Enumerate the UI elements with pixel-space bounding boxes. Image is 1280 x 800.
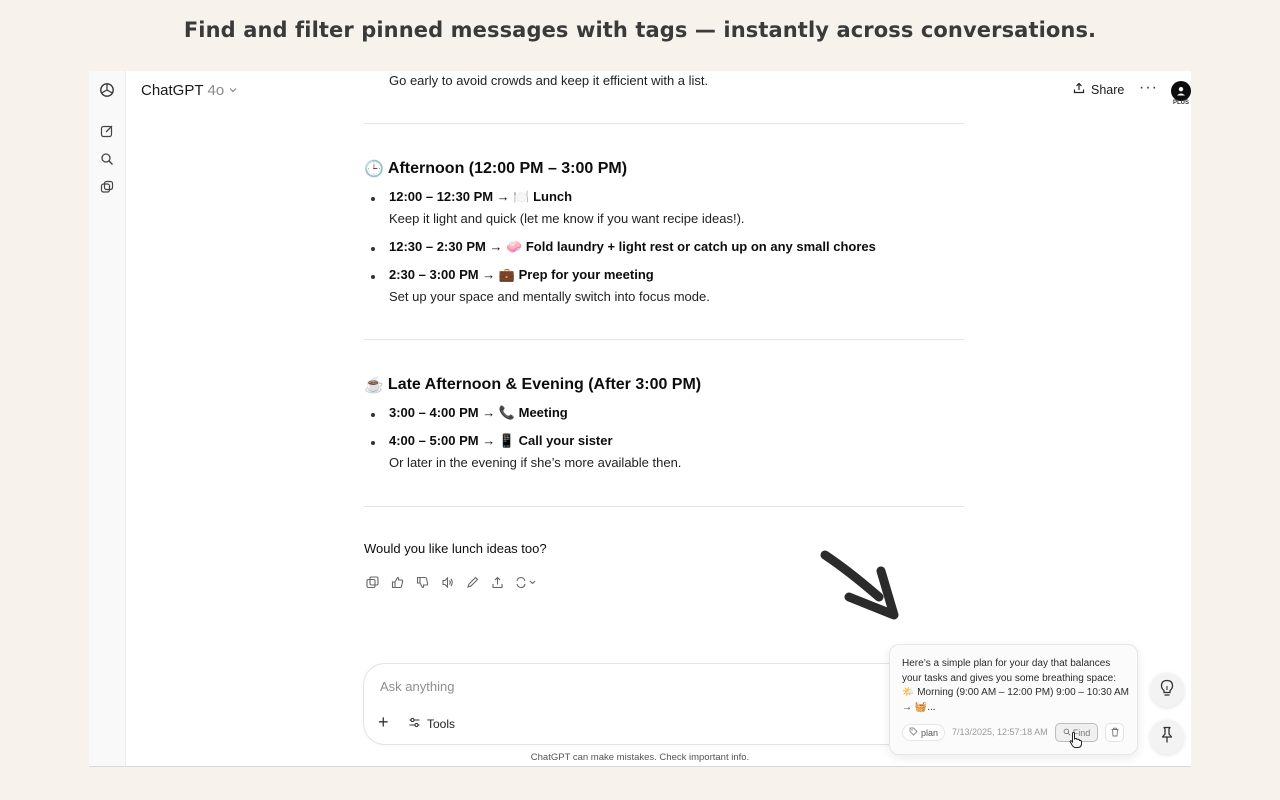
regenerate-icon[interactable] [514, 574, 538, 590]
avatar[interactable] [1171, 81, 1191, 101]
list-item: 12:30 – 2:30 PM → 🧼 Fold laundry + light… [371, 239, 876, 254]
hand-cursor-icon [1069, 731, 1082, 748]
clock-emoji: 🕒 [364, 161, 384, 178]
divider [364, 506, 964, 507]
app-name: ChatGPT [141, 82, 204, 99]
sliders-icon [408, 716, 421, 732]
delete-pin-button[interactable] [1105, 723, 1124, 742]
add-attachment-button[interactable]: + [378, 712, 389, 733]
list-item: 4:00 – 5:00 PM → 📱 Call your sister [371, 433, 613, 448]
new-chat-icon[interactable] [99, 123, 115, 139]
composer-input[interactable]: Ask anything [380, 679, 454, 694]
section-title: Late Afternoon & Evening (After 3:00 PM) [387, 376, 702, 393]
section-title: Afternoon (12:00 PM – 3:00 PM) [387, 160, 628, 177]
pin-icon [1160, 726, 1174, 749]
list-item-note: Or later in the evening if she’s more av… [389, 455, 682, 470]
copy-icon[interactable] [364, 574, 380, 590]
pin-button[interactable] [1150, 720, 1184, 754]
pinned-timestamp: 7/13/2025, 12:57:18 AM [952, 727, 1048, 737]
coffee-emoji: ☕ [364, 377, 384, 394]
headline: Find and filter pinned messages with tag… [183, 18, 1097, 42]
list-item-note: Set up your space and mentally switch in… [389, 289, 710, 304]
section-heading-afternoon: 🕒 Afternoon (12:00 PM – 3:00 PM) [364, 159, 627, 179]
tools-button[interactable]: Tools [408, 716, 455, 732]
pinned-message-card: Here’s a simple plan for your day that b… [889, 644, 1138, 755]
pointer-arrow-icon [820, 550, 899, 620]
thumbs-up-icon[interactable] [389, 574, 405, 590]
read-aloud-icon[interactable] [439, 574, 455, 590]
share-icon[interactable] [489, 574, 505, 590]
tools-label: Tools [427, 717, 456, 731]
lightbulb-icon [1159, 679, 1175, 702]
search-icon[interactable] [99, 151, 115, 167]
share-label: Share [1091, 82, 1125, 97]
list-item: 12:00 – 12:30 PM → 🍽️ Lunch [370, 189, 573, 204]
message-actions [364, 574, 538, 590]
chevron-down-icon [228, 82, 238, 99]
list-item: 2:30 – 3:00 PM → 💼 Prep for your meeting [371, 267, 654, 282]
pinned-message-text: Here’s a simple plan for your day that b… [902, 658, 1130, 713]
model-selector[interactable]: ChatGPT 4o [141, 82, 238, 99]
chatgpt-window: ChatGPT 4o Share ··· PLUS Go early to av… [89, 71, 1191, 767]
tag-label: plan [921, 727, 939, 738]
sidebar-rail [89, 71, 126, 766]
message-line: Go early to avoid crowds and keep it eff… [389, 73, 709, 88]
share-button[interactable]: Share [1073, 82, 1124, 97]
assistant-question: Would you like lunch ideas too? [364, 541, 547, 556]
edit-canvas-icon[interactable] [464, 574, 480, 590]
message-composer[interactable]: Ask anything + Tools [363, 663, 923, 745]
lightbulb-button[interactable] [1150, 673, 1184, 707]
trash-icon [1110, 724, 1120, 742]
share-icon [1073, 82, 1085, 97]
library-icon[interactable] [99, 179, 115, 195]
more-options-icon[interactable]: ··· [1139, 79, 1158, 97]
thumbs-down-icon[interactable] [414, 574, 430, 590]
openai-logo-icon[interactable] [99, 82, 115, 98]
tag-chip[interactable]: plan [902, 724, 946, 741]
divider [364, 339, 964, 340]
model-name: 4o [207, 82, 225, 99]
list-item-note: Keep it light and quick (let me know if … [389, 211, 745, 226]
divider [364, 123, 964, 124]
tag-icon [909, 727, 918, 738]
list-item: 3:00 – 4:00 PM → 📞 Meeting [371, 405, 568, 420]
plan-badge: PLUS [1173, 100, 1190, 106]
section-heading-evening: ☕ Late Afternoon & Evening (After 3:00 P… [364, 375, 701, 395]
